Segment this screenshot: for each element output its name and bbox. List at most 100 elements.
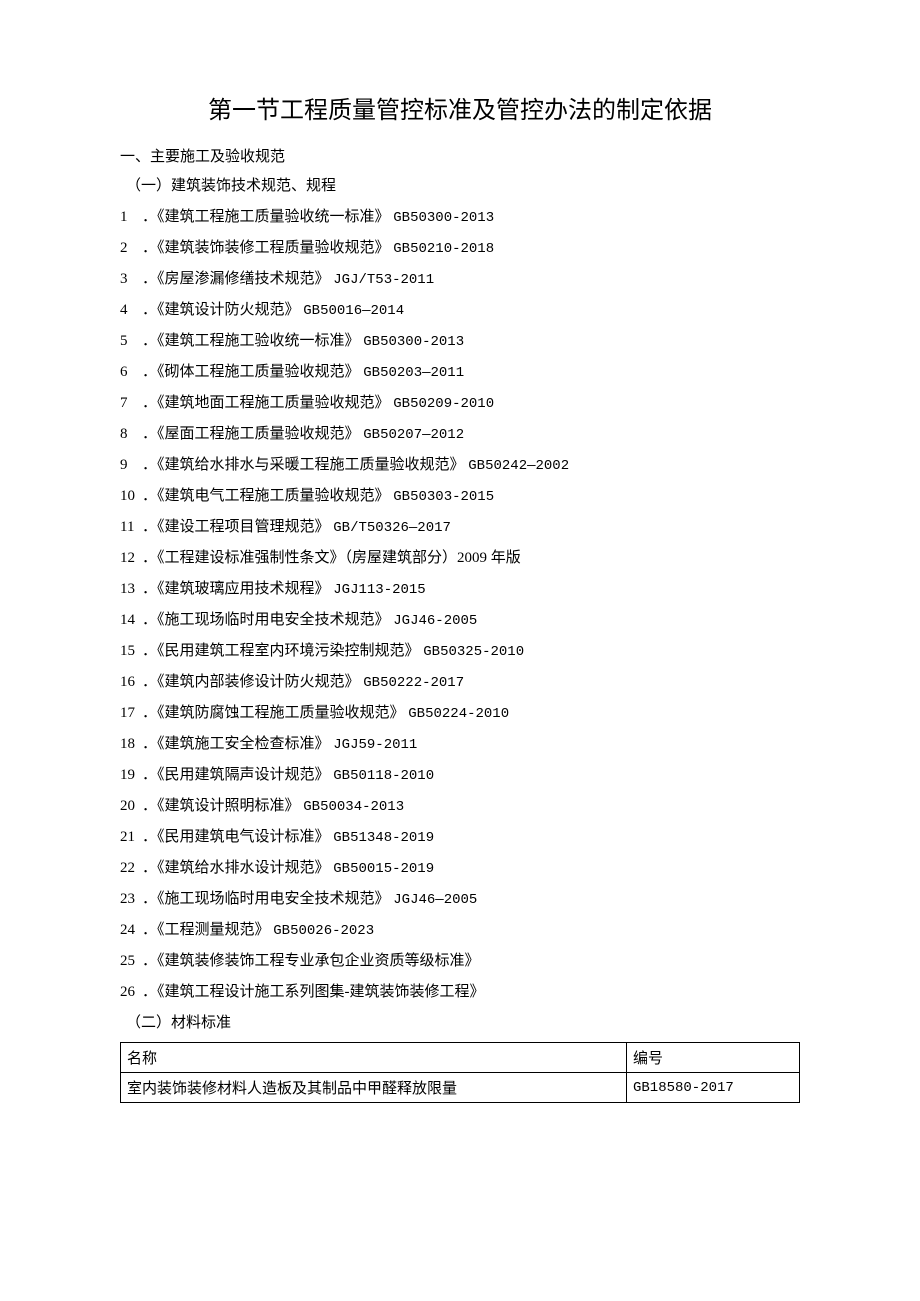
item-dot: ． xyxy=(142,829,157,845)
table-row: 室内装饰装修材料人造板及其制品中甲醛释放限量GB18580-2017 xyxy=(121,1073,800,1103)
item-dot: ． xyxy=(142,984,157,1000)
item-code: GB50224-2010 xyxy=(408,706,509,722)
list-item: 15．《民用建筑工程室内环境污染控制规范》 GB50325-2010 xyxy=(120,639,800,660)
item-dot: ． xyxy=(142,860,157,876)
list-item: 4．《建筑设计防火规范》 GB50016—2014 xyxy=(120,298,800,319)
item-number: 10 xyxy=(120,488,142,505)
list-item: 13．《建筑玻璃应用技术规程》 JGJ113-2015 xyxy=(120,577,800,598)
list-item: 21．《民用建筑电气设计标准》 GB51348-2019 xyxy=(120,825,800,846)
item-dot: ． xyxy=(142,395,157,411)
subsection-heading-2: （二）材料标准 xyxy=(126,1011,800,1032)
item-text: 《屋面工程施工质量验收规范》 xyxy=(157,426,360,442)
item-text: 《建筑设计防火规范》 xyxy=(157,302,300,318)
item-dot: ． xyxy=(142,488,157,504)
item-code: GB50300-2013 xyxy=(363,334,464,350)
item-dot: ． xyxy=(142,643,157,659)
item-dot: ． xyxy=(142,333,157,349)
list-item: 16．《建筑内部装修设计防火规范》 GB50222-2017 xyxy=(120,670,800,691)
item-code: GB/T50326—2017 xyxy=(333,520,451,536)
table-cell-code: GB18580-2017 xyxy=(627,1073,800,1103)
item-number: 19 xyxy=(120,767,142,784)
list-item: 5．《建筑工程施工验收统一标准》 GB50300-2013 xyxy=(120,329,800,350)
item-text: 《建筑装饰装修工程质量验收规范》 xyxy=(157,240,390,256)
item-number: 3 xyxy=(120,271,142,288)
item-number: 14 xyxy=(120,612,142,629)
item-number: 12 xyxy=(120,550,142,567)
item-text: 《民用建筑隔声设计规范》 xyxy=(157,767,330,783)
item-text: 《建筑地面工程施工质量验收规范》 xyxy=(157,395,390,411)
item-dot: ． xyxy=(142,426,157,442)
page-title: 第一节工程质量管控标准及管控办法的制定依据 xyxy=(120,90,800,125)
item-number: 1 xyxy=(120,209,142,226)
list-item: 1．《建筑工程施工质量验收统一标准》 GB50300-2013 xyxy=(120,205,800,226)
list-item: 18．《建筑施工安全检查标准》 JGJ59-2011 xyxy=(120,732,800,753)
item-code: GB50209-2010 xyxy=(393,396,494,412)
item-number: 8 xyxy=(120,426,142,443)
list-item: 22．《建筑给水排水设计规范》 GB50015-2019 xyxy=(120,856,800,877)
item-text: 《工程建设标准强制性条文》（房屋建筑部分）2009 年版 xyxy=(157,550,521,566)
list-item: 26．《建筑工程设计施工系列图集-建筑装饰装修工程》 xyxy=(120,980,800,1001)
item-code: GB50210-2018 xyxy=(393,241,494,257)
item-text: 《建筑施工安全检查标准》 xyxy=(157,736,330,752)
item-number: 9 xyxy=(120,457,142,474)
item-number: 22 xyxy=(120,860,142,877)
item-number: 26 xyxy=(120,984,142,1001)
item-code: GB50016—2014 xyxy=(303,303,404,319)
item-number: 4 xyxy=(120,302,142,319)
item-dot: ． xyxy=(142,922,157,938)
item-text: 《建设工程项目管理规范》 xyxy=(157,519,330,535)
item-number: 11 xyxy=(120,519,142,536)
item-code: JGJ46—2005 xyxy=(393,892,477,908)
item-dot: ． xyxy=(142,240,157,256)
item-number: 25 xyxy=(120,953,142,970)
table-header-code: 编号 xyxy=(627,1043,800,1073)
item-text: 《建筑电气工程施工质量验收规范》 xyxy=(157,488,390,504)
item-code: GB50118-2010 xyxy=(333,768,434,784)
list-item: 25．《建筑装修装饰工程专业承包企业资质等级标准》 xyxy=(120,949,800,970)
item-number: 2 xyxy=(120,240,142,257)
item-dot: ． xyxy=(142,209,157,225)
table-cell-name: 室内装饰装修材料人造板及其制品中甲醛释放限量 xyxy=(121,1073,627,1103)
table-header-name: 名称 xyxy=(121,1043,627,1073)
item-text: 《施工现场临时用电安全技术规范》 xyxy=(157,612,390,628)
item-code: JGJ113-2015 xyxy=(333,582,425,598)
item-dot: ． xyxy=(142,302,157,318)
item-dot: ． xyxy=(142,953,157,969)
list-item: 17．《建筑防腐蚀工程施工质量验收规范》 GB50224-2010 xyxy=(120,701,800,722)
item-dot: ． xyxy=(142,364,157,380)
item-text: 《施工现场临时用电安全技术规范》 xyxy=(157,891,390,907)
list-item: 3．《房屋渗漏修缮技术规范》 JGJ/T53-2011 xyxy=(120,267,800,288)
item-text: 《建筑内部装修设计防火规范》 xyxy=(157,674,360,690)
item-text: 《建筑工程施工质量验收统一标准》 xyxy=(157,209,390,225)
item-number: 5 xyxy=(120,333,142,350)
item-text: 《建筑设计照明标准》 xyxy=(157,798,300,814)
item-code: GB51348-2019 xyxy=(333,830,434,846)
item-dot: ． xyxy=(142,271,157,287)
item-number: 24 xyxy=(120,922,142,939)
item-code: GB50034-2013 xyxy=(303,799,404,815)
item-number: 23 xyxy=(120,891,142,908)
item-code: GB50242—2002 xyxy=(468,458,569,474)
item-code: GB50026-2023 xyxy=(273,923,374,939)
list-item: 14．《施工现场临时用电安全技术规范》 JGJ46-2005 xyxy=(120,608,800,629)
list-item: 7．《建筑地面工程施工质量验收规范》 GB50209-2010 xyxy=(120,391,800,412)
list-item: 23．《施工现场临时用电安全技术规范》 JGJ46—2005 xyxy=(120,887,800,908)
document-page: 第一节工程质量管控标准及管控办法的制定依据 一、主要施工及验收规范 （一）建筑装… xyxy=(0,0,920,1163)
item-text: 《民用建筑电气设计标准》 xyxy=(157,829,330,845)
item-number: 15 xyxy=(120,643,142,660)
item-text: 《砌体工程施工质量验收规范》 xyxy=(157,364,360,380)
item-text: 《民用建筑工程室内环境污染控制规范》 xyxy=(157,643,420,659)
item-code: JGJ/T53-2011 xyxy=(333,272,434,288)
item-code: JGJ46-2005 xyxy=(393,613,477,629)
item-text: 《房屋渗漏修缮技术规范》 xyxy=(157,271,330,287)
item-text: 《建筑装修装饰工程专业承包企业资质等级标准》 xyxy=(157,953,480,969)
list-item: 11．《建设工程项目管理规范》 GB/T50326—2017 xyxy=(120,515,800,536)
item-number: 17 xyxy=(120,705,142,722)
item-text: 《建筑给水排水与采暖工程施工质量验收规范》 xyxy=(157,457,465,473)
list-item: 19．《民用建筑隔声设计规范》 GB50118-2010 xyxy=(120,763,800,784)
item-text: 《建筑工程设计施工系列图集-建筑装饰装修工程》 xyxy=(157,984,485,1000)
list-item: 6．《砌体工程施工质量验收规范》 GB50203—2011 xyxy=(120,360,800,381)
item-code: GB50300-2013 xyxy=(393,210,494,226)
list-item: 2．《建筑装饰装修工程质量验收规范》 GB50210-2018 xyxy=(120,236,800,257)
item-dot: ． xyxy=(142,891,157,907)
